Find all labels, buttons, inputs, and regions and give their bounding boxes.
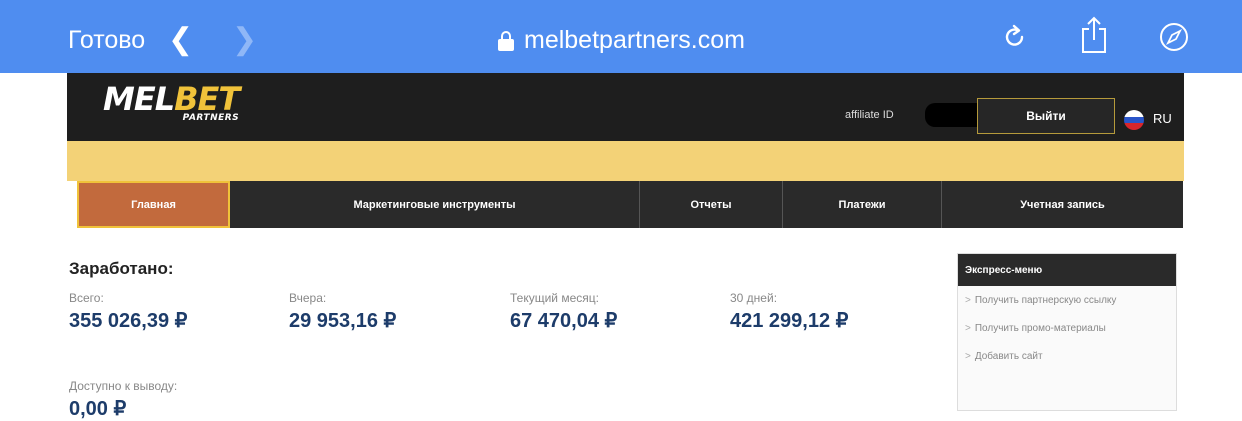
- stat-30-days: 30 дней: 421 299,12 ₽: [730, 291, 849, 332]
- express-menu: Экспресс-меню > Получить партнерскую ссы…: [957, 253, 1177, 411]
- logout-button[interactable]: Выйти: [977, 98, 1115, 134]
- russia-flag-icon[interactable]: [1124, 110, 1144, 130]
- chevron-left-icon[interactable]: ❮: [168, 22, 193, 57]
- nav-item-home[interactable]: Главная: [77, 181, 230, 228]
- url-text: melbetpartners.com: [524, 26, 745, 54]
- nav-item-account[interactable]: Учетная запись: [942, 181, 1183, 228]
- express-item-get-link[interactable]: > Получить партнерскую ссылку: [958, 286, 1176, 314]
- language-selector[interactable]: RU: [1153, 111, 1172, 126]
- express-item-add-site[interactable]: > Добавить сайт: [958, 342, 1176, 370]
- chevron-right-icon[interactable]: ❯: [232, 22, 257, 57]
- earnings-title: Заработано:: [69, 259, 174, 278]
- affiliate-id-label: affiliate ID: [845, 109, 894, 121]
- express-item-promo-materials[interactable]: > Получить промо-материалы: [958, 314, 1176, 342]
- chevron-right-icon: >: [965, 350, 971, 362]
- browser-toolbar: Готово ❮ ❯ melbetpartners.com: [0, 0, 1242, 73]
- done-button[interactable]: Готово: [68, 26, 145, 55]
- address-bar[interactable]: melbetpartners.com: [498, 26, 745, 55]
- lock-icon: [498, 30, 514, 51]
- share-icon[interactable]: [1080, 16, 1108, 54]
- stat-available: Доступно к выводу: 0,00 ₽: [69, 379, 178, 420]
- nav-item-payments[interactable]: Платежи: [783, 181, 942, 228]
- nav-item-marketing-tools[interactable]: Маркетинговые инструменты: [230, 181, 640, 228]
- header-accent-band: [67, 141, 1184, 181]
- site-header: MELBET PARTNERS affiliate ID Выйти RU: [67, 73, 1184, 141]
- express-menu-title: Экспресс-меню: [958, 254, 1176, 286]
- chevron-right-icon: >: [965, 322, 971, 334]
- compass-icon[interactable]: [1159, 22, 1189, 52]
- stat-current-month: Текущий месяц: 67 470,04 ₽: [510, 291, 618, 332]
- main-nav: Главная Маркетинговые инструменты Отчеты…: [77, 181, 1183, 228]
- chevron-right-icon: >: [965, 294, 971, 306]
- stat-total: Всего: 355 026,39 ₽: [69, 291, 188, 332]
- reload-icon[interactable]: [1003, 24, 1027, 50]
- melbet-partners-logo[interactable]: MELBET PARTNERS: [103, 82, 240, 123]
- nav-item-reports[interactable]: Отчеты: [640, 181, 783, 228]
- stat-yesterday: Вчера: 29 953,16 ₽: [289, 291, 397, 332]
